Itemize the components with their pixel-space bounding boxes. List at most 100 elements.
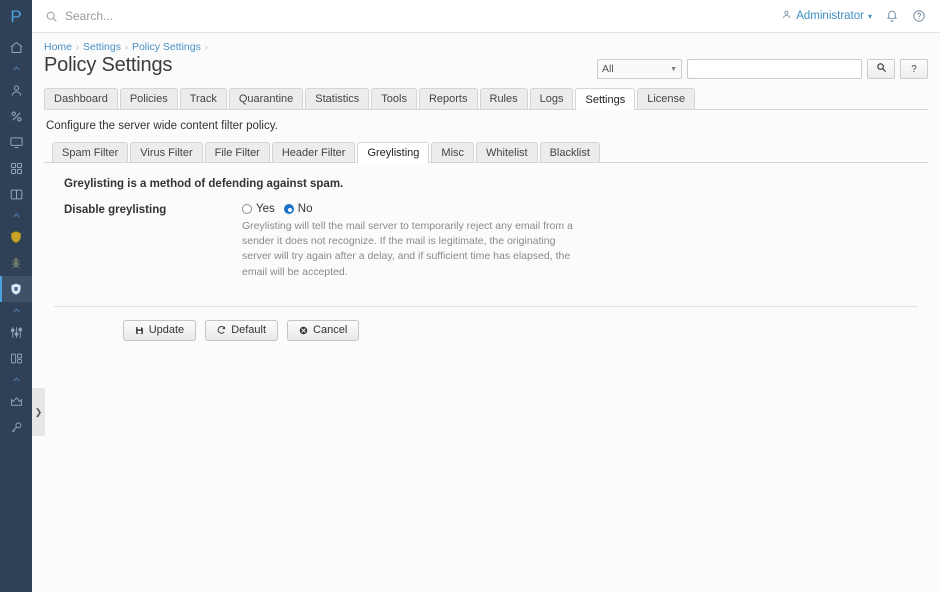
field-label: Disable greylisting [64, 204, 167, 216]
percent-icon [9, 109, 24, 124]
sidebar-item-settings[interactable] [0, 319, 32, 345]
update-button[interactable]: Update [122, 319, 197, 341]
subtab-file-filter[interactable]: File Filter [204, 142, 270, 162]
breadcrumb-separator-icon: › [76, 42, 80, 52]
sidebar-collapse-handle[interactable]: ❯ [32, 388, 45, 436]
chevron-down-icon: ▼ [670, 65, 677, 73]
layout-icon [9, 351, 24, 366]
subtab-virus-filter[interactable]: Virus Filter [130, 142, 203, 162]
page-title: Policy Settings [44, 54, 173, 76]
subtab-whitelist[interactable]: Whitelist [476, 142, 538, 162]
crown-icon [9, 394, 24, 409]
tab-settings[interactable]: Settings [575, 88, 636, 110]
question-circle-icon[interactable] [912, 9, 926, 23]
field-control: Yes No Greylisting will tell the mail se… [242, 203, 928, 280]
sidebar-item-users[interactable] [0, 77, 32, 103]
tab-logs[interactable]: Logs [529, 88, 574, 109]
filter-scope-select[interactable]: All ▼ [597, 59, 682, 79]
sidebar-collapse-group-3[interactable] [0, 302, 32, 319]
filter-help-button[interactable]: ? [900, 59, 928, 79]
tab-dashboard[interactable]: Dashboard [44, 88, 118, 109]
subtab-blacklist[interactable]: Blacklist [539, 142, 600, 162]
subtab-header-filter[interactable]: Header Filter [271, 142, 356, 162]
tab-rules[interactable]: Rules [479, 88, 528, 109]
subtab-misc[interactable]: Misc [431, 142, 475, 162]
default-button[interactable]: Default [205, 319, 279, 341]
filter-bar: All ▼ ? [597, 59, 928, 79]
book-icon [9, 187, 24, 202]
breadcrumb-item-home[interactable]: Home [44, 41, 72, 53]
monitor-icon [9, 135, 24, 150]
breadcrumb-item-settings[interactable]: Settings [83, 41, 121, 53]
subtab-greylisting[interactable]: Greylisting [357, 142, 430, 163]
page-content: Home › Settings › Policy Settings › Poli… [32, 33, 940, 592]
global-search[interactable] [45, 9, 781, 23]
sidebar-item-license[interactable] [0, 388, 32, 414]
save-disk-icon [135, 326, 144, 335]
tab-tools[interactable]: Tools [371, 88, 417, 109]
breadcrumb-item-policy-settings[interactable]: Policy Settings [132, 41, 201, 53]
sub-tab-bar: Spam Filter Virus Filter File Filter Hea… [44, 142, 928, 163]
sidebar-collapse-group-1[interactable] [0, 60, 32, 77]
radio-indicator-yes [242, 204, 252, 214]
help-label: ? [911, 63, 917, 75]
home-icon [9, 40, 24, 55]
chevron-up-icon [11, 305, 22, 316]
cancel-button-label: Cancel [313, 324, 348, 337]
sidebar-item-home[interactable] [0, 34, 32, 60]
breadcrumb-row: Home › Settings › Policy Settings › [44, 33, 928, 53]
tab-quarantine[interactable]: Quarantine [228, 88, 304, 109]
sidebar-item-antivirus[interactable] [0, 250, 32, 276]
sidebar-item-policy[interactable] [0, 276, 32, 302]
update-button-label: Update [148, 324, 185, 337]
main-tab-bar: Dashboard Policies Track Quarantine Stat… [44, 88, 928, 110]
sidebar-collapse-group-4[interactable] [0, 371, 32, 388]
key-icon [9, 420, 24, 435]
form-action-buttons: Update Default Cancel [44, 319, 928, 341]
bell-icon[interactable] [885, 9, 899, 23]
chevron-up-icon [11, 63, 22, 74]
sidebar-item-reports[interactable] [0, 181, 32, 207]
radio-option-no[interactable]: No [283, 203, 312, 215]
breadcrumb-separator-icon: › [204, 42, 208, 52]
main-region: Administrator ▾ Home › Settings › [32, 0, 940, 592]
search-icon [876, 62, 887, 76]
search-input[interactable] [65, 9, 305, 23]
breadcrumb-separator-icon: › [124, 42, 128, 52]
sidebar-item-credentials[interactable] [0, 414, 32, 440]
field-help-text: Greylisting will tell the mail server to… [242, 220, 573, 278]
tab-license[interactable]: License [637, 88, 696, 109]
section-description: Configure the server wide content filter… [46, 120, 278, 132]
filter-search-input[interactable] [687, 59, 862, 79]
application-window: P ❯ Search... Administrator ▾ Home › Set… [0, 0, 940, 592]
sidebar-item-apps[interactable] [0, 155, 32, 181]
cancel-button[interactable]: Cancel [287, 319, 360, 341]
grid-icon [9, 161, 24, 176]
sidebar-item-antispam[interactable] [0, 224, 32, 250]
reset-arrow-icon [217, 325, 226, 335]
user-menu[interactable]: Administrator ▾ [781, 9, 872, 23]
title-row: Policy Settings All ▼ ? [44, 53, 928, 79]
sidebar-item-layout[interactable] [0, 345, 32, 371]
user-icon [9, 83, 24, 98]
app-logo[interactable]: P [0, 0, 32, 34]
top-header-bar: Administrator ▾ [32, 0, 940, 33]
tab-statistics[interactable]: Statistics [305, 88, 370, 109]
field-disable-greylisting: Disable greylisting Yes No Greylisting w… [64, 203, 928, 280]
sidebar-item-monitor[interactable] [0, 129, 32, 155]
chevron-right-icon: ❯ [34, 406, 43, 417]
radio-option-yes[interactable]: Yes [242, 203, 275, 215]
default-button-label: Default [231, 324, 267, 337]
filter-search-button[interactable] [867, 59, 895, 79]
tab-policies[interactable]: Policies [119, 88, 178, 109]
tab-reports[interactable]: Reports [418, 88, 478, 109]
radio-label-yes: Yes [256, 203, 275, 215]
user-icon [781, 9, 792, 23]
sidebar-collapse-group-2[interactable] [0, 207, 32, 224]
form-divider [54, 305, 918, 307]
sidebar-item-statistics[interactable] [0, 103, 32, 129]
tab-track[interactable]: Track [179, 88, 227, 109]
subtab-spam-filter[interactable]: Spam Filter [52, 142, 129, 162]
filter-scope-value: All [602, 63, 614, 75]
sliders-icon [9, 325, 24, 340]
